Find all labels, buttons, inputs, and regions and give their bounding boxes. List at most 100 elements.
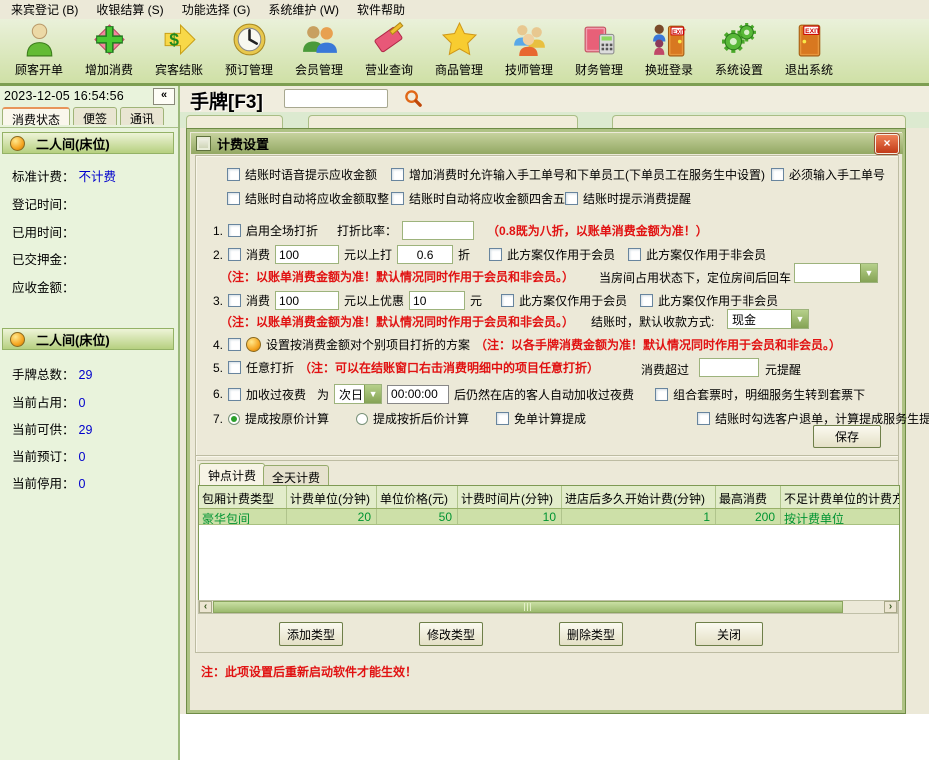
toolbar-item-add-consume[interactable]: 增加消费 [74,21,144,78]
search-icon[interactable] [404,89,423,108]
rebate-amount-input[interactable] [275,291,339,310]
col-header[interactable]: 包厢计费类型 [199,486,287,508]
tab-communication[interactable]: 通讯 [120,107,164,125]
scroll-left-icon[interactable]: ‹ [199,601,212,613]
toolbar-item-label: 退出系统 [785,61,833,78]
col-header[interactable]: 计费单位(分钟) [287,486,377,508]
dropdown-arrow-icon[interactable]: ▼ [860,264,877,282]
toolbar-item-shift-login[interactable]: EXIT 换班登录 [634,21,704,78]
room-action-select[interactable]: ▼ [794,263,878,283]
cb-member-only[interactable]: 此方案仅作用于会员 [489,246,615,263]
table-row[interactable]: 豪华包间 20 50 10 1 200 按计费单位 [199,509,899,525]
col-header[interactable]: 最高消费 [716,486,781,508]
cb-nonmember-only[interactable]: 此方案仅作用于非会员 [640,292,778,309]
checkbox-icon[interactable] [496,412,509,425]
cb-free-discount[interactable] [228,361,241,374]
radio-commission-original[interactable] [228,413,240,425]
cb-require-manual-no[interactable]: 必须输入手工单号 [771,166,885,183]
cb-consume-rebate[interactable] [228,294,241,307]
toolbar-item-technicians[interactable]: 技师管理 [494,21,564,78]
item3-row: 3. 消费 元以上优惠 元 此方案仅作用于会员 此方案仅作用于非会员 [213,291,778,310]
col-header[interactable]: 单位价格(元) [377,486,458,508]
payment-method-select[interactable]: 现金 ▼ [727,309,809,329]
over-consume-input[interactable] [699,358,759,377]
toolbar-item-finance[interactable]: 财务管理 [564,21,634,78]
main-header: 手牌[F3] [180,86,929,112]
dropdown-arrow-icon[interactable]: ▼ [364,385,381,403]
toolbar-item-business-query[interactable]: 营业查询 [354,21,424,78]
menu-function-select[interactable]: 功能选择 (G) [173,0,260,20]
tag-search-input[interactable] [284,89,388,108]
toolbar-item-members[interactable]: 会员管理 [284,21,354,78]
checkbox-icon[interactable] [628,248,641,261]
checkbox-icon[interactable] [640,294,653,307]
col-header[interactable]: 进店后多久开始计费(分钟) [562,486,716,508]
toolbar-item-guest-checkout[interactable]: $ 宾客结账 [144,21,214,78]
add-type-button[interactable]: 添加类型 [279,622,343,646]
main-background-lower [180,714,929,760]
menu-cashier-settle[interactable]: 收银结算 (S) [87,0,172,20]
page-title: 手牌[F3] [190,87,263,114]
consume-amount-input[interactable] [275,245,339,264]
menu-software-help[interactable]: 软件帮助 [348,0,414,20]
cb-global-discount[interactable] [228,224,241,237]
dropdown-arrow-icon[interactable]: ▼ [791,310,808,328]
col-header[interactable]: 不足计费单位的计费方 [781,486,899,508]
rebate-value-input[interactable] [409,291,465,310]
checkbox-icon[interactable] [771,168,784,181]
cb-nonmember-only[interactable]: 此方案仅作用于非会员 [628,246,766,263]
toolbar-item-open-order[interactable]: 顾客开单 [4,21,74,78]
modify-type-button[interactable]: 修改类型 [419,622,483,646]
menu-guest-register[interactable]: 来宾登记 (B) [2,0,87,20]
toolbar-item-products[interactable]: 商品管理 [424,21,494,78]
menu-system-maintain[interactable]: 系统维护 (W) [259,0,348,20]
horizontal-scrollbar[interactable]: ‹ › [198,600,898,614]
delete-type-button[interactable]: 删除类型 [559,622,623,646]
close-button[interactable]: 关闭 [695,622,763,646]
overnight-day-select[interactable]: 次日▼ [334,384,382,404]
checkbox-icon[interactable] [655,388,668,401]
tab-hourly-billing[interactable]: 钟点计费 [199,463,265,485]
toolbar-item-settings[interactable]: 系统设置 [704,21,774,78]
checkbox-icon[interactable] [227,168,240,181]
scrollbar-thumb[interactable] [213,601,843,613]
sidebar-collapse-button[interactable]: « [153,88,175,105]
orange-ball-icon[interactable] [246,337,261,352]
toolbar-item-reservation[interactable]: 预订管理 [214,21,284,78]
tab-consume-status[interactable]: 消费状态 [2,107,70,125]
field-occupied: 当前占用：0 [12,392,85,411]
cb-item-discount-plan[interactable] [228,338,241,351]
item2-row: 2. 消费 元以上打 折 此方案仅作用于会员 此方案仅作用于非会员 [213,245,766,264]
checkbox-icon[interactable] [501,294,514,307]
overnight-time-input[interactable] [387,385,449,404]
tab-memo[interactable]: 便签 [73,107,117,125]
cb-consume-discount[interactable] [228,248,241,261]
cb-consume-reminder[interactable]: 结账时提示消费提醒 [565,190,691,207]
cb-combo-ticket[interactable]: 组合套票时，明细服务生转到套票下 [655,386,865,403]
dialog-titlebar[interactable]: 计费设置 [191,133,903,154]
checkbox-icon[interactable] [227,192,240,205]
scroll-right-icon[interactable]: › [884,601,897,613]
checkbox-icon[interactable] [697,412,710,425]
dollar-arrow-icon: $ [161,21,198,61]
cb-round-amount[interactable]: 结账时自动将应收金额取整 [227,190,389,207]
close-icon[interactable]: × [875,134,899,154]
tab-allday-billing[interactable]: 全天计费 [263,465,329,485]
toolbar-item-exit[interactable]: EXIT 退出系统 [774,21,844,78]
cb-round-half-up[interactable]: 结账时自动将应收金额四舍五入 [391,190,577,207]
checkbox-icon[interactable] [391,192,404,205]
checkbox-icon[interactable] [489,248,502,261]
save-button[interactable]: 保存 [813,425,881,448]
cb-manual-order-no[interactable]: 增加消费时允许输入手工单号和下单员工(下单员工在服务生中设置) [391,166,765,183]
col-header[interactable]: 计费时间片(分钟) [458,486,562,508]
radio-commission-discounted[interactable] [356,413,368,425]
discount-value-input[interactable] [397,245,453,264]
cb-voice-prompt[interactable]: 结账时语音提示应收金额 [227,166,377,183]
checkbox-icon[interactable] [565,192,578,205]
field-value: 0 [79,477,86,491]
discount-rate-input[interactable] [402,221,474,240]
cb-member-only[interactable]: 此方案仅作用于会员 [501,292,627,309]
checkbox-icon[interactable] [391,168,404,181]
cb-free-order-commission[interactable]: 免单计算提成 [496,410,586,427]
cb-overnight-fee[interactable] [228,388,241,401]
